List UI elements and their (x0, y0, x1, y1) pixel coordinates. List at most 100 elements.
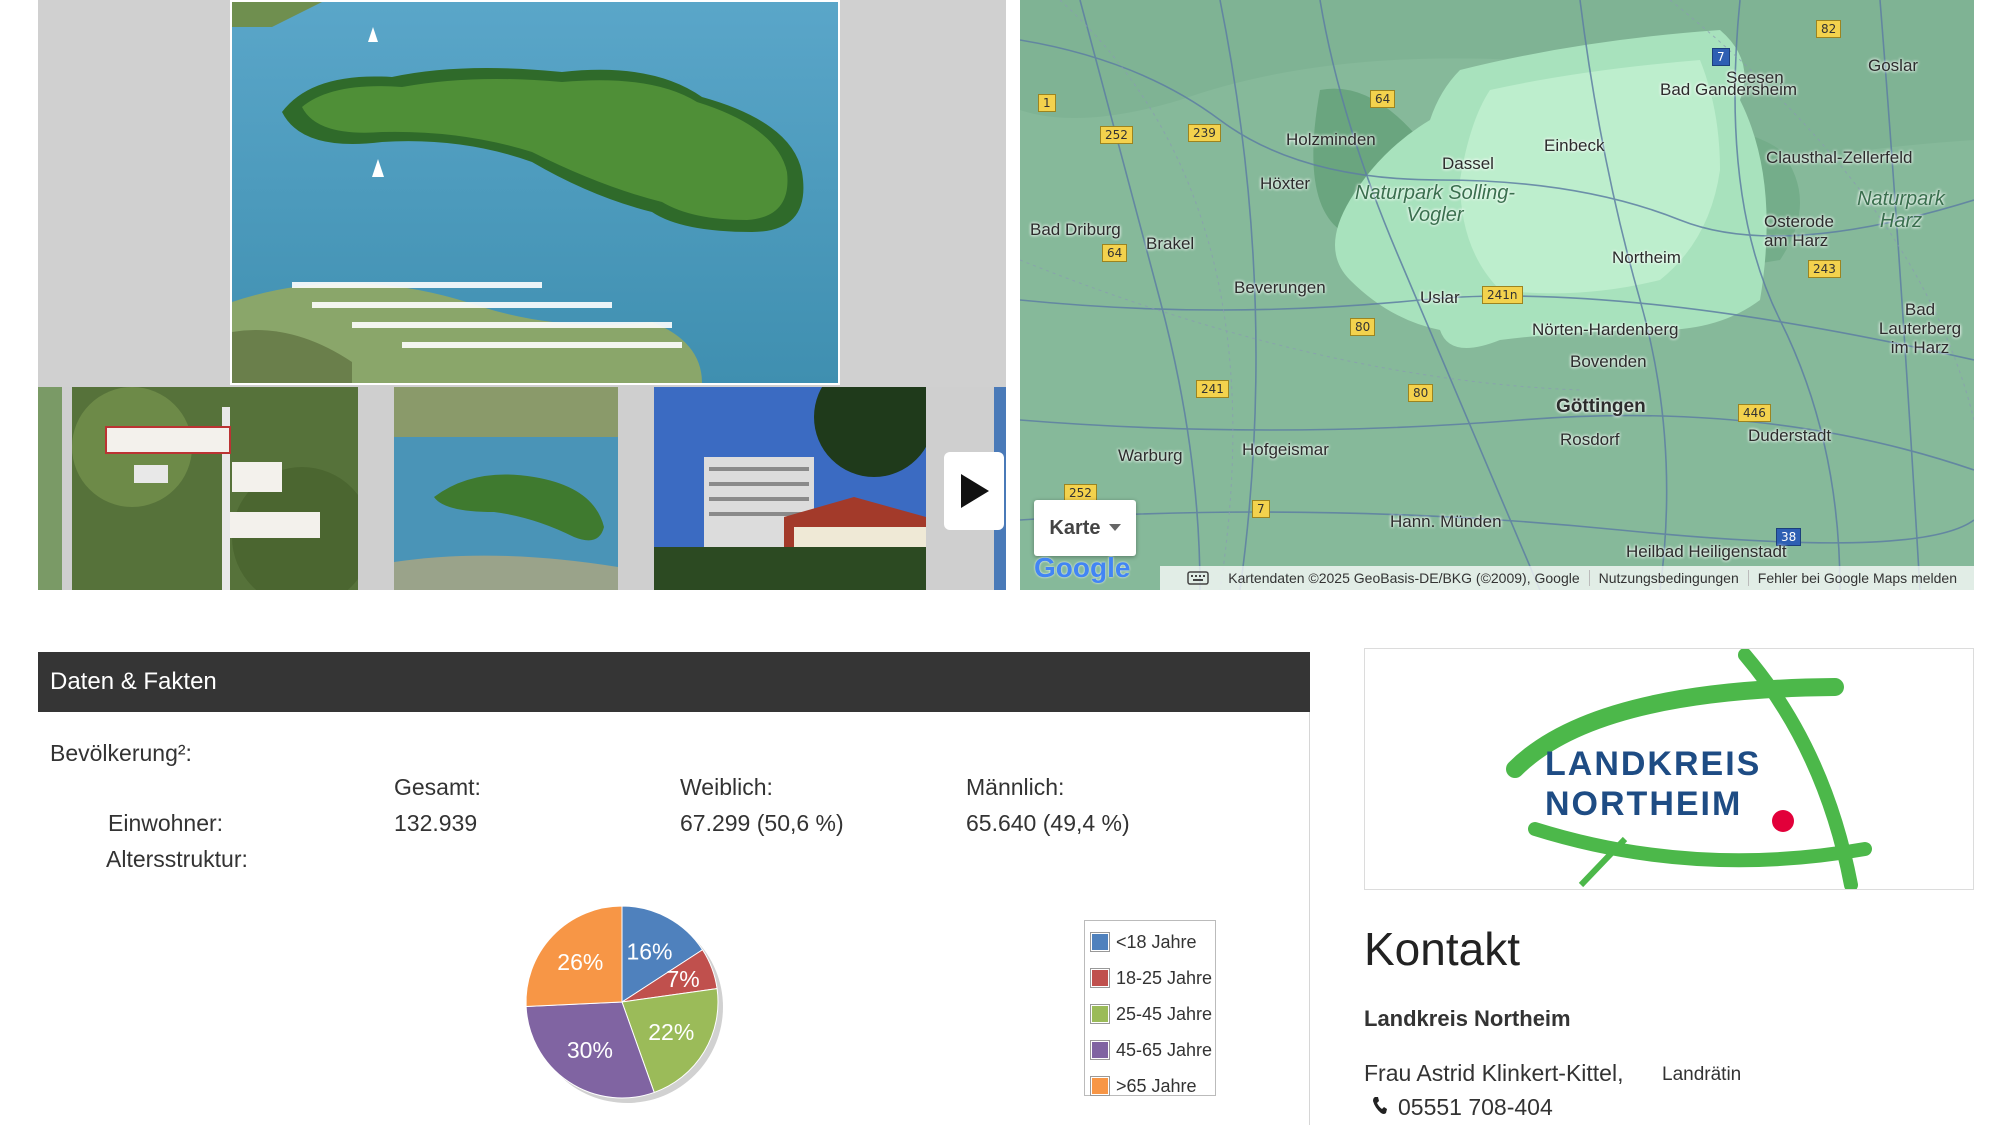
road-shield-7: 7 (1252, 500, 1270, 518)
map-label-goslar: Goslar (1868, 56, 1919, 75)
legend-swatch (1090, 968, 1110, 988)
road-shield-80b: 80 (1408, 384, 1434, 402)
map-label-goettingen: Göttingen (1556, 396, 1646, 417)
pie-label-1: 7% (667, 966, 700, 992)
gallery-next-button[interactable] (944, 452, 1004, 530)
legend-swatch (1090, 932, 1110, 952)
pie-label-3: 30% (567, 1037, 613, 1063)
logo-text-line1: LANDKREIS (1545, 745, 1762, 783)
contact-person: Frau Astrid Klinkert-Kittel, (1364, 1060, 1624, 1086)
map-label-clausthal: Clausthal-Zellerfeld (1766, 148, 1913, 167)
map-label-northeim: Northeim (1612, 248, 1681, 267)
map-label-bad-driburg: Bad Driburg (1030, 220, 1121, 239)
pie-label-2: 22% (648, 1019, 694, 1045)
road-shield-239: 239 (1188, 124, 1221, 142)
map-label-hofgeismar: Hofgeismar (1242, 440, 1329, 459)
main-photo[interactable] (230, 0, 840, 385)
map-footer: Kartendaten ©2025 GeoBasis-DE/BKG (©2009… (1160, 566, 1974, 590)
residents-total: 132.939 (394, 810, 478, 836)
road-shield-80: 80 (1350, 318, 1376, 336)
map-label-osterode: Osterode am Harz (1764, 212, 1834, 250)
contact-phone[interactable]: 05551 708-404 (1398, 1094, 1553, 1121)
thumbnail-lake-island[interactable] (394, 387, 618, 590)
map-type-label: Karte (1049, 516, 1101, 539)
age-pie-chart: 16%7% 22% 30% 26% (525, 905, 723, 1103)
play-right-icon (961, 474, 989, 508)
road-shield-1: 1 (1038, 94, 1056, 112)
age-structure-label: Altersstruktur: (106, 846, 248, 872)
map-label-einbeck: Einbeck (1544, 136, 1605, 155)
map-label-brakel: Brakel (1146, 234, 1195, 253)
col-male: Männlich: (966, 774, 1065, 800)
legend-label: 45-65 Jahre (1116, 1039, 1213, 1060)
map-label-bad-lauterberg: Bad Lauterberg im Harz (1878, 300, 1962, 357)
map-label-beverungen: Beverungen (1234, 278, 1326, 297)
road-shield-64b: 64 (1102, 244, 1128, 262)
map-label-naturpark-harz: Naturpark Harz (1857, 188, 1945, 232)
map-label-dassel: Dassel (1442, 154, 1494, 173)
map-report-link[interactable]: Fehler bei Google Maps melden (1749, 570, 1966, 586)
map-label-rosdorf: Rosdorf (1560, 430, 1620, 449)
map-label-uslar: Uslar (1420, 288, 1460, 307)
chart-legend: <18 Jahre 18-25 Jahre 25-45 Jahre 45-65 Jah… (1084, 920, 1216, 1096)
contact-heading: Kontakt (1364, 923, 1520, 975)
facts-header: Daten & Fakten (38, 652, 1310, 712)
legend-item: 18-25 Jahre (1090, 963, 1213, 993)
residents-label: Einwohner: (108, 810, 224, 836)
google-logo: Google (1034, 552, 1131, 583)
caret-down-icon (1108, 524, 1121, 531)
map-label-noerten: Nörten-Hardenberg (1532, 320, 1679, 339)
map-label-warburg: Warburg (1118, 446, 1183, 465)
landkreis-logo: LANDKREIS NORTHEIM (1364, 648, 1974, 890)
pie-label-4: 26% (557, 949, 603, 975)
legend-item: <18 Jahre (1090, 927, 1197, 957)
map-label-seesen: Seesen (1726, 68, 1784, 87)
lake-island-photo (232, 2, 838, 383)
road-shield-241: 241 (1196, 380, 1229, 398)
legend-label: 25-45 Jahre (1116, 1003, 1213, 1024)
divider (1309, 712, 1310, 1125)
map-label-bovenden: Bovenden (1570, 352, 1647, 371)
road-shield-241n: 241n (1482, 286, 1523, 304)
road-shield-a7: 7 (1712, 48, 1730, 66)
map-label-solling-vogler: Naturpark Solling-Vogler (1354, 182, 1516, 226)
logo-text-line2: NORTHEIM (1545, 785, 1743, 823)
col-total: Gesamt: (394, 774, 481, 800)
road-shield-243: 243 (1808, 260, 1841, 278)
map-label-holzminden: Holzminden (1286, 130, 1376, 149)
map-terms-link[interactable]: Nutzungsbedingungen (1590, 570, 1749, 586)
legend-label: <18 Jahre (1116, 931, 1197, 952)
legend-swatch (1090, 1076, 1110, 1096)
image-gallery (38, 0, 1006, 590)
legend-swatch (1090, 1004, 1110, 1024)
keyboard-icon[interactable] (1187, 571, 1209, 585)
legend-item: 25-45 Jahre (1090, 999, 1213, 1029)
road-shield-446: 446 (1738, 404, 1771, 422)
road-shield-252: 252 (1100, 126, 1133, 144)
map-type-button[interactable]: Karte (1034, 500, 1136, 556)
legend-label: 18-25 Jahre (1116, 967, 1213, 988)
map-label-hoexter: Höxter (1260, 174, 1311, 193)
road-shield-64: 64 (1370, 90, 1396, 108)
contact-org: Landkreis Northeim (1364, 1006, 1571, 1031)
legend-item: 45-65 Jahre (1090, 1035, 1213, 1065)
facts-title: Daten & Fakten (50, 668, 217, 695)
residents-female: 67.299 (50,6 %) (680, 810, 844, 836)
residents-male: 65.640 (49,4 %) (966, 810, 1130, 836)
pie-label-0: 16% (626, 938, 672, 964)
legend-label: >65 Jahre (1116, 1075, 1197, 1096)
map-label-hann-muenden: Hann. Münden (1390, 512, 1502, 531)
contact-role: Landrätin (1662, 1064, 1742, 1085)
map-label-heiligenstadt: Heilbad Heiligenstadt (1626, 542, 1787, 561)
map-attribution: Kartendaten ©2025 GeoBasis-DE/BKG (©2009… (1219, 570, 1590, 586)
thumbnail-partial[interactable] (38, 387, 62, 590)
legend-item: >65 Jahre (1090, 1071, 1197, 1101)
thumbnail-strip (38, 387, 1006, 590)
map-label-duderstadt: Duderstadt (1748, 426, 1832, 445)
google-map[interactable]: 82 7 1 64 252 239 64 243 241n 80 241 80 … (1020, 0, 1974, 590)
population-label: Bevölkerung²: (50, 740, 192, 766)
road-shield-82: 82 (1816, 20, 1842, 38)
thumbnail-building[interactable] (654, 387, 926, 590)
thumbnail-signpost[interactable] (72, 387, 358, 590)
phone-icon (1373, 1097, 1387, 1114)
